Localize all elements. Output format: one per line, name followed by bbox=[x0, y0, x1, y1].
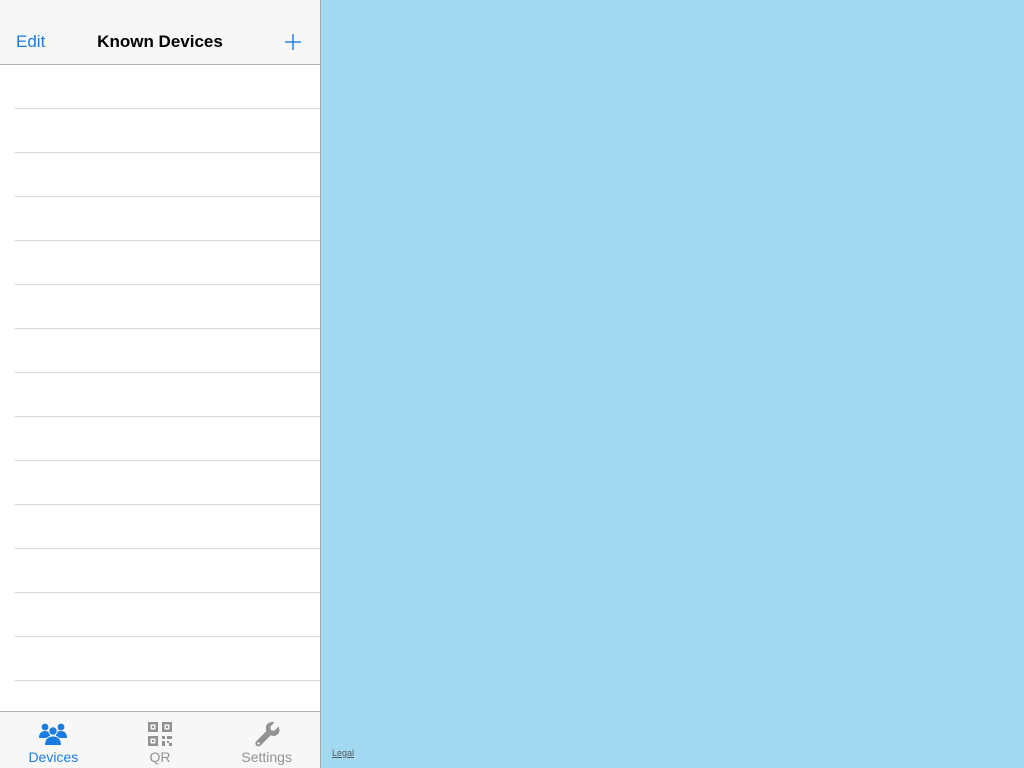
tab-devices[interactable]: Devices bbox=[0, 712, 107, 768]
people-icon bbox=[39, 721, 68, 747]
table-row[interactable] bbox=[15, 109, 320, 153]
wrench-icon bbox=[253, 721, 281, 747]
table-row[interactable] bbox=[15, 637, 320, 681]
map-view[interactable]: Legal bbox=[321, 0, 1024, 768]
tab-settings-label: Settings bbox=[241, 749, 292, 765]
tab-bar: Devices QR Settings bbox=[0, 711, 320, 768]
tab-qr[interactable]: QR bbox=[107, 712, 214, 768]
table-row[interactable] bbox=[15, 329, 320, 373]
table-row[interactable] bbox=[15, 197, 320, 241]
table-row[interactable] bbox=[15, 153, 320, 197]
add-device-button[interactable] bbox=[283, 32, 303, 52]
page-title: Known Devices bbox=[97, 32, 223, 51]
table-row[interactable] bbox=[15, 241, 320, 285]
table-row[interactable] bbox=[15, 417, 320, 461]
legal-link[interactable]: Legal bbox=[332, 748, 354, 758]
table-row[interactable] bbox=[15, 65, 320, 109]
split-view: Edit Known Devices Devices QR Settings L… bbox=[0, 0, 1024, 768]
known-devices-table[interactable] bbox=[0, 65, 320, 711]
tab-devices-label: Devices bbox=[28, 749, 79, 765]
qr-code-icon bbox=[146, 721, 174, 747]
navigation-bar: Edit Known Devices bbox=[0, 0, 320, 65]
tab-settings[interactable]: Settings bbox=[213, 712, 320, 768]
table-row[interactable] bbox=[15, 593, 320, 637]
table-row[interactable] bbox=[15, 373, 320, 417]
table-row[interactable] bbox=[15, 461, 320, 505]
table-row[interactable] bbox=[15, 505, 320, 549]
table-row[interactable] bbox=[15, 549, 320, 593]
table-row[interactable] bbox=[15, 285, 320, 329]
table-row[interactable] bbox=[15, 681, 320, 711]
plus-icon bbox=[285, 34, 301, 50]
master-pane: Edit Known Devices Devices QR Settings bbox=[0, 0, 320, 768]
tab-qr-label: QR bbox=[149, 749, 171, 765]
